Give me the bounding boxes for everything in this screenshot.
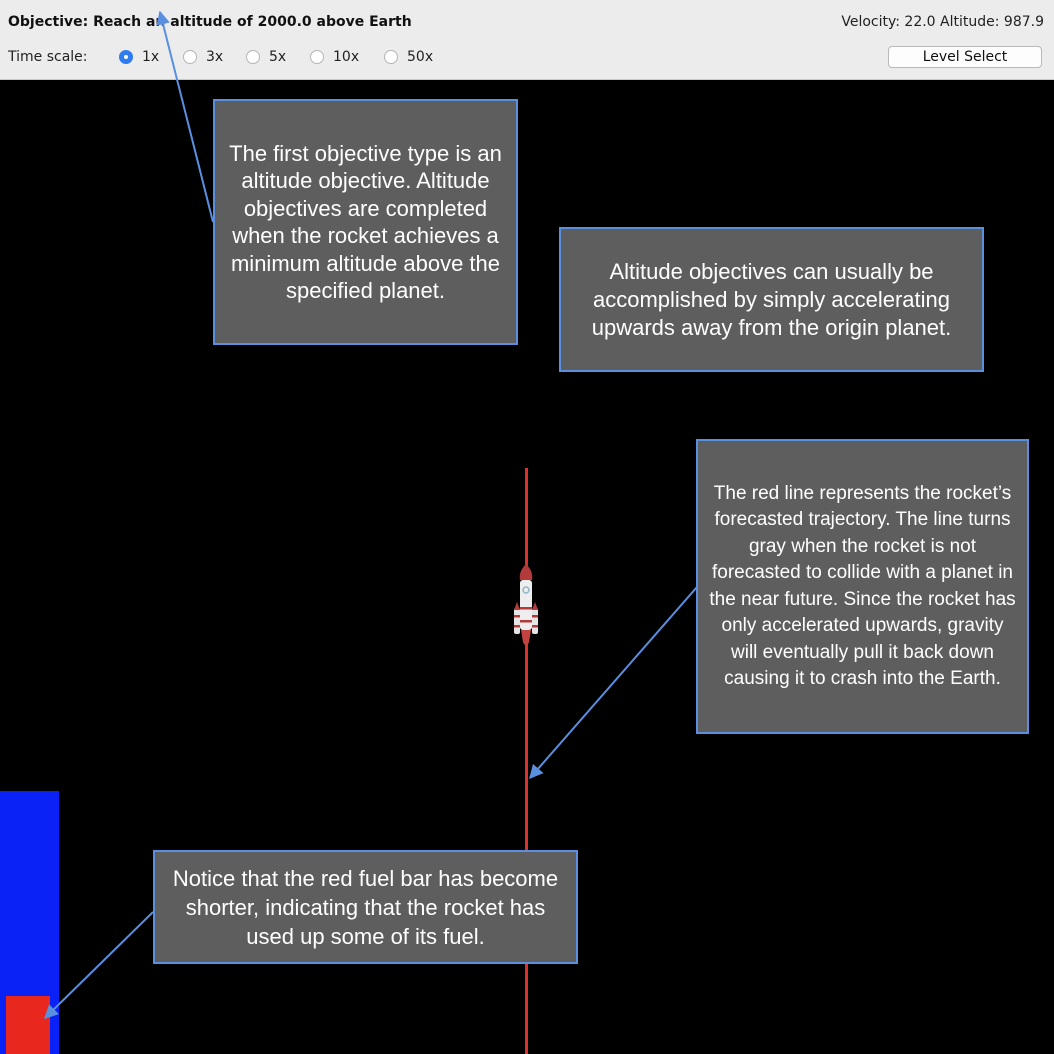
trajectory-line [525,468,528,1054]
time-scale-option-label: 1x [142,49,160,65]
time-scale-option-5x[interactable]: 5x [246,49,286,65]
annotation-fuel: Notice that the red fuel bar has become … [153,850,578,964]
time-scale-option-50x[interactable]: 50x [384,49,433,65]
level-select-button[interactable]: Level Select [888,46,1042,68]
time-scale-option-1x[interactable]: 1x [119,49,159,65]
radio-icon [119,50,133,64]
radio-icon [384,50,398,64]
objective-text: Objective: Reach an altitude of 2000.0 a… [8,14,412,30]
radio-icon [183,50,197,64]
control-bar: Objective: Reach an altitude of 2000.0 a… [0,0,1054,80]
time-scale-option-label: 50x [407,49,434,65]
rocket-icon [514,564,538,645]
fuel-gauge [0,791,59,1054]
time-scale-option-10x[interactable]: 10x [310,49,359,65]
annotation-altitude-objective: The first objective type is an altitude … [213,99,518,345]
velocity-altitude-readout: Velocity: 22.0 Altitude: 987.9 [841,14,1044,30]
time-scale-option-3x[interactable]: 3x [183,49,223,65]
fuel-level-bar [6,996,50,1054]
radio-icon [246,50,260,64]
radio-icon [310,50,324,64]
time-scale-option-label: 5x [269,49,287,65]
time-scale-option-label: 10x [333,49,360,65]
time-scale-label: Time scale: [8,49,88,65]
annotation-altitude-tip: Altitude objectives can usually be accom… [559,227,984,372]
time-scale-option-label: 3x [206,49,224,65]
annotation-trajectory: The red line represents the rocket’s for… [696,439,1029,734]
